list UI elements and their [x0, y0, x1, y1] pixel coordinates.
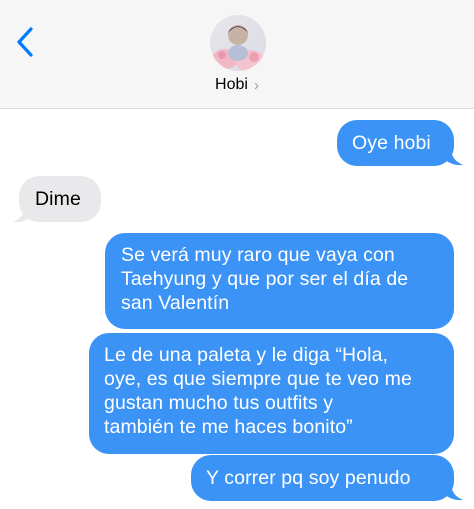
- message-text: Dime: [35, 188, 81, 210]
- received-message-bubble[interactable]: Dime: [19, 176, 101, 222]
- contact-avatar[interactable]: [210, 15, 266, 71]
- message-text-line: Le de una paleta y le diga “Hola,: [104, 344, 389, 366]
- chevron-right-icon: ›: [253, 76, 259, 94]
- chevron-left-icon: [17, 27, 33, 57]
- message-text-line: gustan mucho tus outfits y: [104, 392, 334, 414]
- contact-name-button[interactable]: Hobi ›: [0, 76, 474, 94]
- message-text: Oye hobi: [352, 132, 431, 154]
- message-text: Y correr pq soy penudo: [206, 467, 411, 489]
- conversation-header: Hobi ›: [0, 0, 474, 109]
- sent-message-bubble[interactable]: Se verá muy raro que vaya con Taehyung y…: [105, 233, 454, 329]
- contact-name: Hobi: [215, 76, 248, 93]
- message-text-line: Se verá muy raro que vaya con: [121, 244, 395, 266]
- message-text-line: también te me haces bonito”: [104, 416, 353, 438]
- message-text-line: oye, es que siempre que te veo me: [104, 368, 412, 390]
- sent-bubble-tail: [445, 148, 463, 166]
- back-button[interactable]: [10, 22, 40, 62]
- sent-message-bubble[interactable]: Y correr pq soy penudo: [191, 455, 454, 501]
- sent-message-bubble[interactable]: Le de una paleta y le diga “Hola, oye, e…: [89, 333, 454, 454]
- messages-screen: Hobi › Oye hobi Dime Se verá muy raro qu…: [0, 0, 474, 509]
- avatar-photo: [210, 15, 266, 71]
- received-bubble-tail: [13, 205, 31, 223]
- message-text-line: Taehyung y que por ser el día de: [121, 268, 409, 290]
- sent-bubble-tail: [445, 483, 463, 501]
- sent-message-bubble[interactable]: Oye hobi: [337, 120, 454, 166]
- message-text-line: san Valentín: [121, 292, 230, 314]
